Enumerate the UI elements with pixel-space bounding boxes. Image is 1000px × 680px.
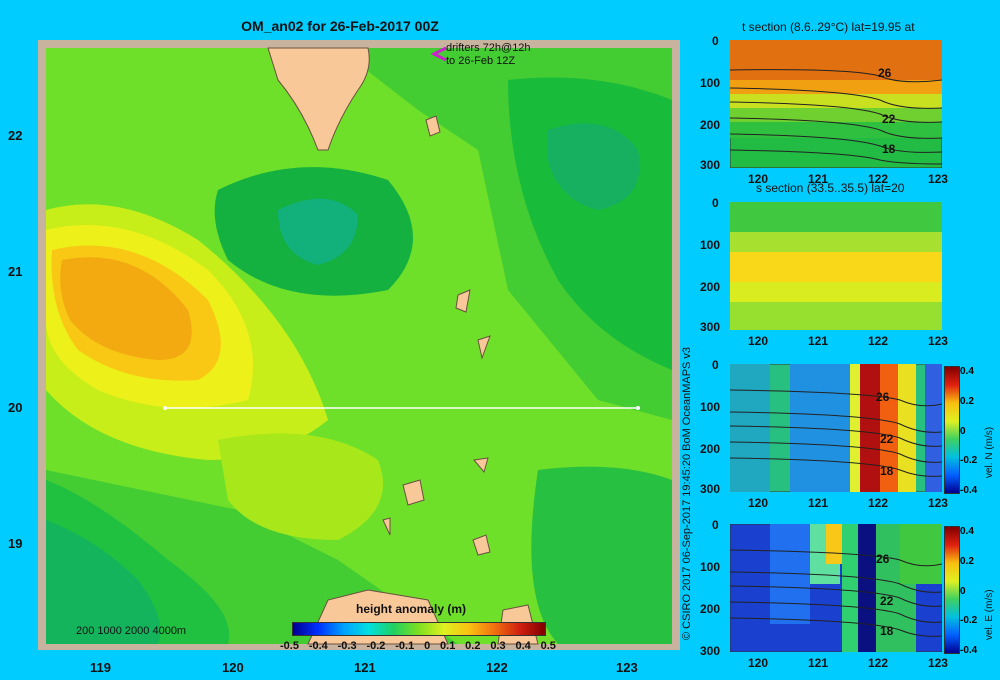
map-x-tick: 123 [616, 660, 638, 675]
map-y-tick: 20 [8, 400, 23, 415]
contour-label: 22 [880, 594, 894, 608]
panel-y-tick: 0 [712, 34, 719, 48]
t-section-title: t section (8.6..29°C) lat=19.95 at [742, 20, 915, 34]
vel-n-ticks: 0.4 0.2 0 -0.2 -0.4 [960, 366, 978, 496]
panel-y-tick: 300 [700, 482, 721, 496]
height-anomaly-map [38, 40, 680, 650]
vel-e-colorbar [944, 526, 960, 654]
map-x-tick: 121 [354, 660, 376, 675]
map-x-tick: 122 [486, 660, 508, 675]
map-x-tick: 120 [222, 660, 244, 675]
panel-y-tick: 100 [700, 400, 721, 414]
map-y-tick: 21 [8, 264, 23, 279]
contour-label: 26 [876, 552, 890, 566]
colorbar-title: height anomaly (m) [356, 602, 467, 616]
map-title: OM_an02 for 26-Feb-2017 00Z [241, 18, 439, 34]
map-y-tick: 22 [8, 128, 23, 143]
vel-n-colorbar [944, 366, 960, 494]
vel-e-label: vel. E (m/s) [984, 589, 995, 640]
panel-y-tick: 0 [712, 518, 719, 532]
map-y-tick: 19 [8, 536, 23, 551]
contour-label: 26 [876, 390, 890, 404]
height-colorbar [292, 622, 546, 636]
depth-scale: 200 1000 2000 4000m [76, 625, 187, 637]
contour-label: 18 [880, 464, 894, 478]
panel-x-ticks: 120 121 122 123 [748, 172, 948, 186]
s-section-plot [730, 202, 942, 330]
colorbar-ticks: -0.5 -0.4 -0.3 -0.2 -0.1 0 0.1 0.2 0.3 0.4 0.… [280, 640, 556, 652]
contour-label: 22 [882, 112, 896, 126]
panel-y-tick: 100 [700, 238, 721, 252]
panel-y-tick: 100 [700, 560, 721, 574]
panel-x-ticks: 120 121 122 123 [748, 334, 948, 348]
panel-y-tick: 300 [700, 644, 721, 658]
map-x-tick: 119 [90, 660, 111, 675]
vel-e-plot [730, 524, 942, 652]
panel-y-tick: 100 [700, 76, 721, 90]
panel-x-ticks: 120 121 122 123 [748, 496, 948, 510]
t-section-plot [730, 40, 942, 168]
contour-label: 26 [878, 66, 892, 80]
panel-y-tick: 300 [700, 320, 721, 334]
drifters-text: drifters 72h@12h to 26-Feb 12Z [446, 42, 531, 67]
credit-text: © CSIRO 2017 06-Sep-2017 19:45:20 BoM Oc… [681, 346, 693, 640]
contour-label: 22 [880, 432, 894, 446]
vel-e-ticks: 0.4 0.2 0 -0.2 -0.4 [960, 526, 978, 656]
contour-label: 18 [882, 142, 896, 156]
contour-label: 18 [880, 624, 894, 638]
panel-y-tick: 200 [700, 602, 721, 616]
vel-n-label: vel. N (m/s) [984, 426, 995, 478]
panel-y-tick: 0 [712, 358, 719, 372]
panel-y-tick: 200 [700, 442, 721, 456]
panel-y-tick: 200 [700, 118, 721, 132]
panel-x-ticks: 120 121 122 123 [748, 656, 948, 670]
vel-n-plot [730, 364, 942, 492]
panel-y-tick: 0 [712, 196, 719, 210]
panel-y-tick: 300 [700, 158, 721, 172]
panel-y-tick: 200 [700, 280, 721, 294]
